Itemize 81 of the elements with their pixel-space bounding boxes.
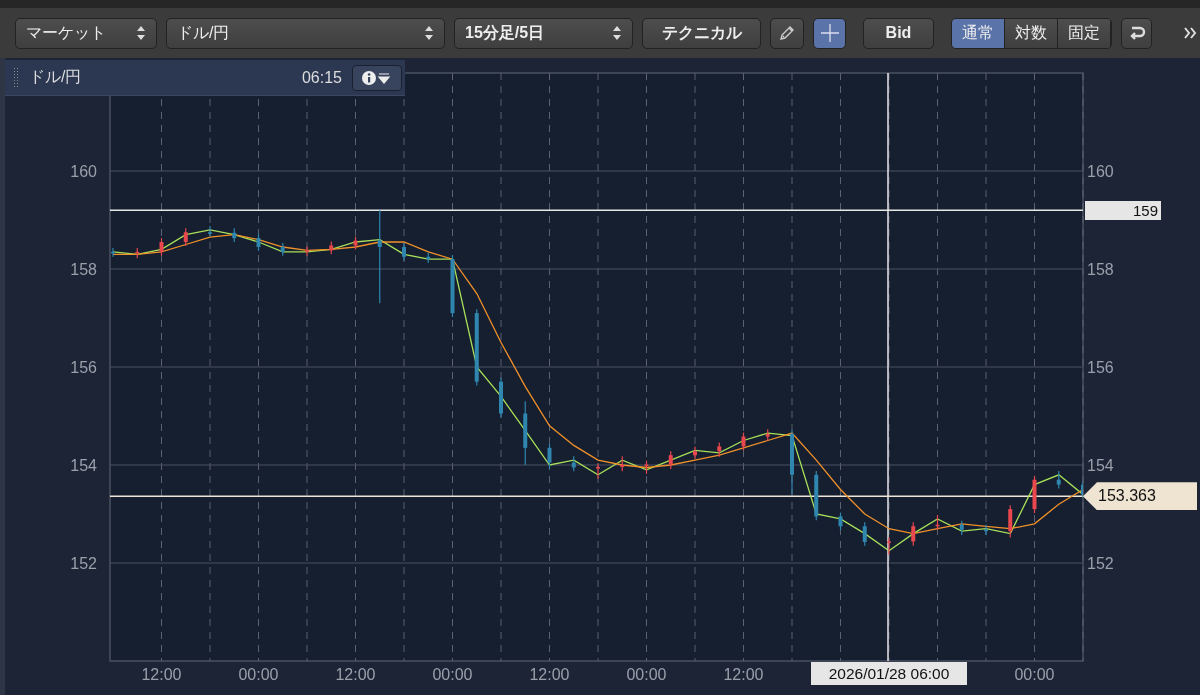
- scale-mode-tab[interactable]: 通常: [952, 18, 1005, 48]
- y-axis-label: 154: [70, 457, 97, 474]
- candlestick: [183, 227, 188, 247]
- pair-label: ドル/円: [29, 67, 83, 87]
- y-axis-label: 152: [70, 555, 97, 572]
- pencil-button[interactable]: [770, 17, 804, 49]
- x-axis-label: 00:00: [238, 666, 279, 683]
- candlestick: [232, 227, 237, 243]
- x-axis-label: 00:00: [432, 666, 473, 683]
- candlestick: [135, 247, 140, 259]
- candlestick: [499, 377, 503, 419]
- candlestick: [402, 242, 406, 262]
- candlestick: [596, 462, 600, 480]
- candlestick: [208, 225, 212, 237]
- candlestick: [1056, 470, 1061, 490]
- candlestick: [280, 242, 285, 257]
- technical-button[interactable]: テクニカル: [642, 17, 761, 49]
- candlestick: [765, 428, 770, 442]
- crosshair-price-tag: 159: [1085, 200, 1161, 220]
- crosshair-button[interactable]: [813, 17, 846, 49]
- candlestick: [862, 521, 867, 547]
- x-axis-label: 12:00: [723, 666, 764, 683]
- candlestick: [620, 455, 625, 472]
- overflow-chevron-icon[interactable]: [1183, 26, 1197, 40]
- x-axis-label: 12:00: [335, 666, 376, 683]
- candlestick: [838, 511, 843, 531]
- candlestick: [693, 445, 697, 460]
- candlestick: [644, 460, 649, 475]
- x-axis-label: 00:00: [626, 666, 667, 683]
- candlestick: [935, 514, 940, 531]
- y-axis-label: 154: [1087, 457, 1114, 474]
- candlestick: [111, 247, 115, 258]
- y-axis-label: 156: [70, 359, 97, 376]
- x-axis-label: 12:00: [141, 666, 182, 683]
- candlestick: [547, 443, 552, 470]
- pencil-icon: [778, 24, 796, 42]
- y-axis-label: 152: [1087, 555, 1114, 572]
- plus-icon: [819, 23, 840, 43]
- last-price-tag: 153.363: [1083, 482, 1197, 511]
- candlestick: [353, 236, 358, 250]
- candlestick: [329, 240, 334, 255]
- market-select[interactable]: マーケット: [15, 17, 157, 49]
- pair-select[interactable]: ドル/円: [166, 17, 445, 49]
- candlestick: [571, 455, 576, 472]
- up-down-icon: [612, 25, 622, 41]
- candlestick: [426, 252, 431, 264]
- candlestick: [1032, 475, 1037, 514]
- candlestick: [1008, 504, 1013, 539]
- candlestick: [668, 450, 673, 470]
- candlestick: [1081, 480, 1083, 499]
- candlestick: [790, 429, 794, 495]
- crosshair-time-tag: 2026/01/28 06:00: [811, 662, 967, 685]
- y-axis-label: 156: [1087, 359, 1114, 376]
- candlestick: [450, 254, 455, 318]
- candlestick: [911, 521, 916, 547]
- candlestick: [523, 400, 528, 466]
- candlestick: [887, 536, 891, 556]
- candlestick: [814, 470, 819, 521]
- scale-mode-tab[interactable]: 対数: [1005, 18, 1058, 48]
- y-axis-label: 158: [1087, 261, 1114, 278]
- info-icon: [361, 69, 393, 86]
- up-down-icon: [424, 25, 434, 41]
- period-select[interactable]: 15分足/5日: [454, 17, 633, 49]
- y-axis-label: 160: [70, 163, 97, 180]
- candlestick: [305, 245, 309, 257]
- x-axis-label: 12:00: [529, 666, 570, 683]
- scale-mode-tab[interactable]: 固定: [1058, 18, 1111, 48]
- time-label: 06:15: [301, 68, 342, 87]
- candlestick: [984, 524, 988, 536]
- up-down-icon: [136, 25, 146, 41]
- x-axis-label: 00:00: [1014, 666, 1055, 683]
- y-axis-label: 158: [70, 261, 97, 278]
- info-menu-button[interactable]: [352, 64, 402, 91]
- bid-button[interactable]: Bid: [863, 17, 934, 49]
- candlestick: [959, 520, 964, 536]
- y-axis-label: 160: [1087, 163, 1114, 180]
- candlestick: [256, 233, 261, 252]
- candlestick: [159, 237, 164, 257]
- candlestick: [741, 432, 746, 451]
- candlestick: [717, 441, 722, 458]
- return-button[interactable]: [1121, 17, 1152, 49]
